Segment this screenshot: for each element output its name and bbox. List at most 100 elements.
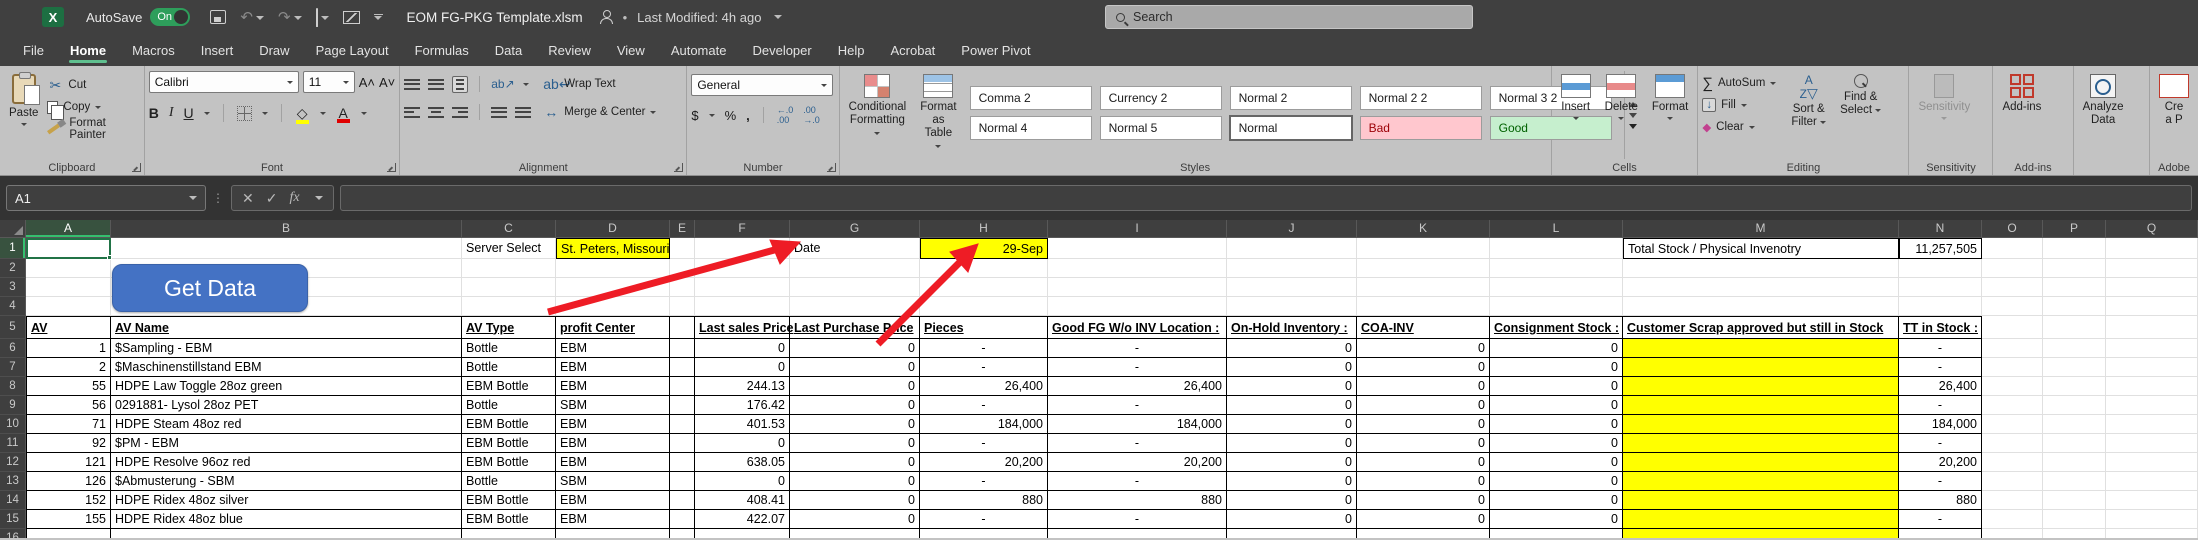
cell-P14[interactable] [2043,491,2106,510]
row-header-12[interactable]: 12 [0,453,26,472]
cell-H16[interactable] [920,529,1048,538]
cell-I9[interactable]: - [1048,396,1227,415]
cell-N4[interactable] [1899,297,1982,316]
cell-H6[interactable]: - [920,339,1048,358]
row-header-13[interactable]: 13 [0,472,26,491]
cell-K15[interactable]: 0 [1357,510,1490,529]
style-chip-normal[interactable]: Normal [1230,116,1352,140]
cell-O16[interactable] [1982,529,2043,538]
align-left-button[interactable] [404,107,420,118]
style-chip-normal-5[interactable]: Normal 5 [1100,116,1222,140]
percent-style-button[interactable]: % [725,108,737,123]
cell-N7[interactable]: - [1899,358,1982,377]
cell-H8[interactable]: 26,400 [920,377,1048,396]
touch-mode-button[interactable] [316,9,329,26]
cell-I6[interactable]: - [1048,339,1227,358]
cell-Q5[interactable] [2106,316,2198,339]
cell-N10[interactable]: 184,000 [1899,415,1982,434]
cell-N12[interactable]: 20,200 [1899,453,1982,472]
cell-K14[interactable]: 0 [1357,491,1490,510]
cell-M5[interactable]: Customer Scrap approved but still in Sto… [1623,316,1899,339]
cell-F14[interactable]: 408.41 [695,491,790,510]
cell-L9[interactable]: 0 [1490,396,1623,415]
cell-O5[interactable] [1982,316,2043,339]
cell-K11[interactable]: 0 [1357,434,1490,453]
shrink-font-button[interactable]: A˅ [379,75,395,90]
cell-A9[interactable]: 56 [26,396,111,415]
last-modified[interactable]: Last Modified: 4h ago [637,10,761,25]
cell-F4[interactable] [695,297,790,316]
cancel-button[interactable]: ✕ [242,190,254,207]
cell-C6[interactable]: Bottle [462,339,556,358]
cell-A3[interactable] [26,278,111,297]
cell-F6[interactable]: 0 [695,339,790,358]
cell-E9[interactable] [670,396,695,415]
cell-Q6[interactable] [2106,339,2198,358]
cell-L14[interactable]: 0 [1490,491,1623,510]
cell-K2[interactable] [1357,259,1490,278]
number-dialog-launcher[interactable] [827,163,836,172]
cell-I12[interactable]: 20,200 [1048,453,1227,472]
cell-H4[interactable] [920,297,1048,316]
cell-B10[interactable]: HDPE Steam 48oz red [111,415,462,434]
cell-H3[interactable] [920,278,1048,297]
cell-J3[interactable] [1227,278,1357,297]
cell-L11[interactable]: 0 [1490,434,1623,453]
autosave-toggle[interactable]: On [150,8,190,26]
cell-Q1[interactable] [2106,238,2198,259]
cell-L3[interactable] [1490,278,1623,297]
cell-G1[interactable]: Date [790,238,920,259]
cell-F1[interactable] [695,238,790,259]
insert-cells-button[interactable]: Insert [1556,71,1596,159]
column-header-L[interactable]: L [1490,220,1623,238]
tab-formulas[interactable]: Formulas [402,34,482,66]
cell-A15[interactable]: 155 [26,510,111,529]
clipboard-dialog-launcher[interactable] [132,163,141,172]
cell-J9[interactable]: 0 [1227,396,1357,415]
cell-H13[interactable]: - [920,472,1048,491]
cell-J4[interactable] [1227,297,1357,316]
increase-decimal-button[interactable]: ←.0.00 [777,105,794,125]
delete-cells-button[interactable]: Delete [1600,71,1643,159]
name-box[interactable]: A1 [6,185,206,211]
conditional-formatting-button[interactable]: ConditionalFormatting [844,71,912,159]
tab-power-pivot[interactable]: Power Pivot [948,34,1043,66]
increase-indent-button[interactable] [515,107,531,118]
column-header-P[interactable]: P [2043,220,2106,238]
cell-E13[interactable] [670,472,695,491]
cell-O14[interactable] [1982,491,2043,510]
cell-I4[interactable] [1048,297,1227,316]
cell-N5[interactable]: TT in Stock : [1899,316,1982,339]
tab-data[interactable]: Data [482,34,535,66]
customize-toolbar-icon[interactable] [374,14,383,21]
cell-E11[interactable] [670,434,695,453]
cell-B6[interactable]: $Sampling - EBM [111,339,462,358]
column-header-N[interactable]: N [1899,220,1982,238]
save-icon[interactable] [210,10,226,24]
find-select-button[interactable]: Find &Select [1835,71,1886,159]
cell-C8[interactable]: EBM Bottle [462,377,556,396]
copy-button[interactable]: Copy [47,97,139,117]
cell-N13[interactable]: - [1899,472,1982,491]
cell-P1[interactable] [2043,238,2106,259]
cell-H1[interactable]: 29-Sep [920,238,1048,259]
cell-A4[interactable] [26,297,111,316]
cell-D1[interactable]: St. Peters, Missouri [556,238,670,259]
cell-E5[interactable] [670,316,695,339]
cell-F2[interactable] [695,259,790,278]
cell-J15[interactable]: 0 [1227,510,1357,529]
analyze-data-button[interactable]: AnalyzeData [2078,71,2129,159]
cell-F9[interactable]: 176.42 [695,396,790,415]
cell-J11[interactable]: 0 [1227,434,1357,453]
align-middle-button[interactable] [428,79,444,90]
cell-K6[interactable]: 0 [1357,339,1490,358]
cell-B12[interactable]: HDPE Resolve 96oz red [111,453,462,472]
cell-O7[interactable] [1982,358,2043,377]
cell-D10[interactable]: EBM [556,415,670,434]
cell-J6[interactable]: 0 [1227,339,1357,358]
cell-A14[interactable]: 152 [26,491,111,510]
cell-J5[interactable]: On-Hold Inventory : [1227,316,1357,339]
column-header-M[interactable]: M [1623,220,1899,238]
cell-D14[interactable]: EBM [556,491,670,510]
cell-O11[interactable] [1982,434,2043,453]
